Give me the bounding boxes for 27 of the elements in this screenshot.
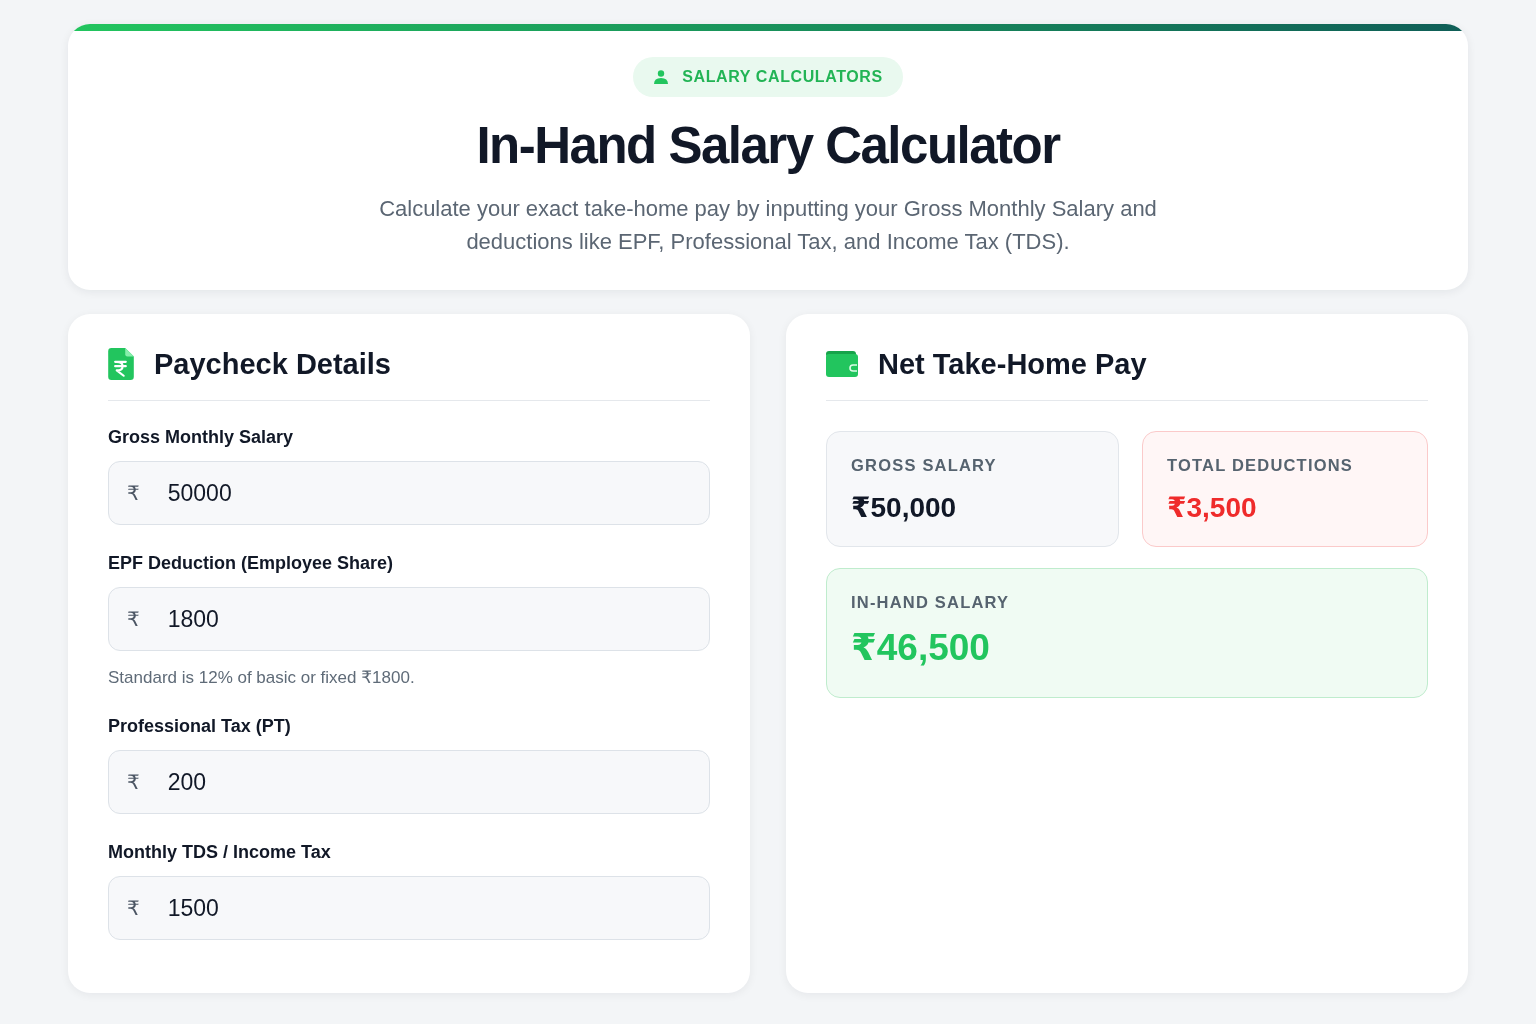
summary-label: TOTAL DEDUCTIONS: [1167, 456, 1355, 475]
rupee-prefix: ₹: [127, 481, 140, 505]
rupee-prefix: ₹: [127, 896, 140, 920]
rupee-prefix: ₹: [127, 770, 140, 794]
badge-label: SALARY CALCULATORS: [682, 68, 883, 86]
field-label: Professional Tax (PT): [108, 716, 292, 737]
field-label: Gross Monthly Salary: [108, 427, 295, 448]
input-field[interactable]: ₹ 1800: [108, 587, 710, 651]
field-label: Monthly TDS / Income Tax: [108, 842, 332, 863]
input-field[interactable]: ₹ 200: [108, 750, 710, 814]
field-label: EPF Deduction (Employee Share): [108, 553, 395, 574]
summary-label: IN-HAND SALARY: [851, 593, 1011, 612]
rupee-document-icon: [108, 348, 134, 380]
summary-amount: ₹50,000: [851, 491, 958, 524]
page-description: Calculate your exact take-home pay by inputting your Gross Monthly Salary and deductions like EPF, Professional Tax, and Income Tax (TDS).: [378, 195, 1158, 256]
rupee-prefix: ₹: [127, 607, 140, 631]
summary-amount: ₹46,500: [851, 626, 991, 669]
person-icon: [653, 69, 670, 85]
panel-title: Net Take-Home Pay: [878, 347, 1147, 381]
input-field[interactable]: ₹ 50000: [108, 461, 710, 525]
summary-label: GROSS SALARY: [851, 456, 998, 475]
panel-title: Paycheck Details: [154, 347, 391, 381]
page-title: In-Hand Salary Calculator: [476, 117, 1060, 175]
wallet-icon: [826, 351, 858, 377]
input-field[interactable]: ₹ 1500: [108, 876, 710, 940]
summary-amount: ₹3,500: [1167, 491, 1258, 524]
field-hint: Standard is 12% of basic or fixed ₹1800.: [108, 667, 416, 688]
